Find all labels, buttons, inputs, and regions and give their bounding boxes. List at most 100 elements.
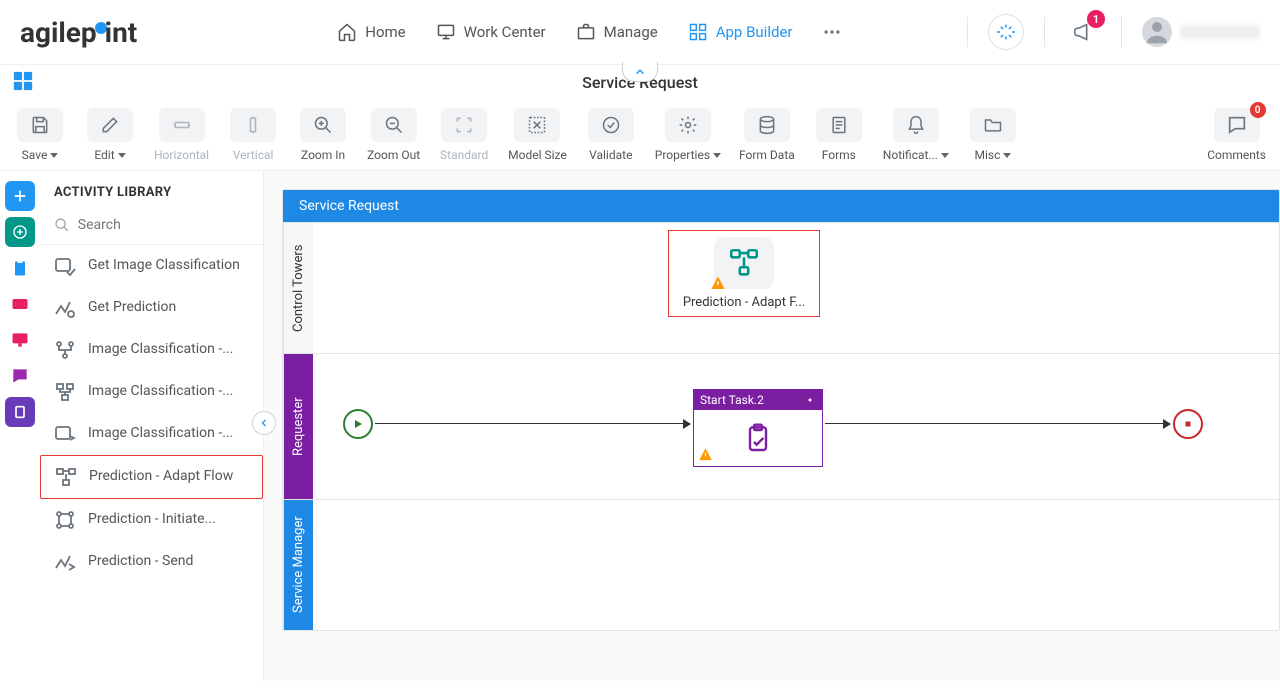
activity-label: Prediction - Adapt F... (683, 295, 805, 310)
gear-icon[interactable] (804, 394, 816, 406)
grid-apps-icon (688, 22, 708, 42)
text-icon (12, 404, 28, 420)
chat-icon (10, 366, 30, 386)
zoom-out-icon (384, 115, 404, 135)
model-size-button[interactable]: Model Size (508, 108, 567, 162)
rail-chat-button[interactable] (5, 361, 35, 391)
branch-icon (53, 508, 77, 532)
brain-icon (11, 223, 29, 241)
zoom-in-button[interactable]: Zoom In (297, 108, 349, 162)
lib-item-prediction-adapt-flow[interactable]: Prediction - Adapt Flow (40, 455, 263, 499)
rail-clipboard-button[interactable] (5, 253, 35, 283)
collapse-header-button[interactable] (622, 62, 658, 82)
flow-activity-icon (727, 246, 761, 280)
database-icon (757, 115, 777, 135)
flow-start-node[interactable] (343, 409, 373, 439)
dots-icon (822, 22, 842, 42)
rail-text-button[interactable] (5, 397, 35, 427)
form-data-button[interactable]: Form Data (739, 108, 795, 162)
save-icon (30, 115, 50, 135)
main-nav: Home Work Center Manage App Builder (337, 22, 842, 42)
nav-work-center[interactable]: Work Center (436, 22, 546, 42)
folder-icon (983, 115, 1003, 135)
task-start-task-2[interactable]: Start Task.2 (693, 389, 823, 467)
lib-item-image-classification-2[interactable]: Image Classification -... (40, 371, 263, 413)
warning-icon (698, 447, 713, 462)
rail-card-button[interactable] (5, 289, 35, 319)
lib-item-get-image-classification[interactable]: Get Image Classification (40, 245, 263, 287)
assist-button[interactable] (988, 14, 1024, 50)
lane-label-requester[interactable]: Requester (283, 354, 313, 499)
lib-item-prediction-initiate[interactable]: Prediction - Initiate... (40, 499, 263, 541)
misc-button[interactable]: Misc (967, 108, 1019, 162)
form-icon (829, 115, 849, 135)
apps-grid-button[interactable] (12, 70, 34, 96)
flow-arrow-2 (1163, 419, 1171, 429)
settings-icon (678, 115, 698, 135)
screen-icon (10, 330, 30, 350)
activity-prediction-adapt-flow[interactable]: Prediction - Adapt F... (668, 230, 820, 317)
image-check-icon (53, 254, 77, 278)
rail-add-button[interactable] (5, 181, 35, 211)
user-avatar[interactable] (1142, 17, 1172, 47)
save-button[interactable]: Save (14, 108, 66, 162)
collapse-library-button[interactable] (252, 411, 276, 435)
horizontal-button[interactable]: Horizontal (154, 108, 209, 162)
horizontal-icon (172, 115, 192, 135)
rail-ai-button[interactable] (5, 217, 35, 247)
briefcase-icon (576, 22, 596, 42)
lane-label-service-manager[interactable]: Service Manager (283, 500, 313, 630)
nav-home-label: Home (365, 23, 405, 41)
task-title: Start Task.2 (700, 393, 764, 407)
flow-arrow-1 (683, 419, 691, 429)
header-right: 1 (967, 14, 1260, 50)
nav-home[interactable]: Home (337, 22, 405, 42)
comments-button[interactable]: 0 Comments (1207, 108, 1266, 162)
comment-icon (1226, 114, 1248, 136)
process-canvas[interactable]: Service Request Control Towers Predictio… (264, 171, 1280, 681)
flow-icon (54, 465, 78, 489)
zoom-in-icon (313, 115, 333, 135)
chevron-left-icon (258, 417, 270, 429)
validate-button[interactable]: Validate (585, 108, 637, 162)
lane-label-control-towers[interactable]: Control Towers (283, 223, 313, 353)
edit-button[interactable]: Edit (84, 108, 136, 162)
monitor-icon (436, 22, 456, 42)
properties-button[interactable]: Properties (655, 108, 721, 162)
comments-count-badge: 0 (1250, 102, 1266, 118)
announcements-button[interactable]: 1 (1065, 14, 1101, 50)
standard-button[interactable]: Standard (438, 108, 490, 162)
vertical-button[interactable]: Vertical (227, 108, 279, 162)
lane-service-manager: Service Manager (283, 499, 1279, 630)
chart-search-icon (53, 296, 77, 320)
nav-manage-label: Manage (604, 23, 658, 41)
sparkle-icon (997, 23, 1015, 41)
process-name-header: Service Request (283, 190, 1279, 222)
nodes-icon (53, 338, 77, 362)
chevron-down-icon (1003, 153, 1011, 158)
bell-icon (906, 115, 926, 135)
search-input[interactable] (78, 217, 249, 233)
lib-item-image-classification-3[interactable]: Image Classification -... (40, 413, 263, 455)
search-icon (54, 216, 70, 234)
forms-button[interactable]: Forms (813, 108, 865, 162)
chevron-down-icon (941, 153, 949, 158)
notifications-button[interactable]: Notificat... (883, 108, 949, 162)
side-rail (0, 171, 40, 681)
activity-library-panel: ACTIVITY LIBRARY Get Image Classificatio… (40, 171, 264, 681)
notification-badge: 1 (1087, 10, 1105, 28)
zoom-out-button[interactable]: Zoom Out (367, 108, 420, 162)
rail-present-button[interactable] (5, 325, 35, 355)
flow-connector-1 (375, 423, 685, 424)
fit-icon (454, 115, 474, 135)
lib-item-prediction-send[interactable]: Prediction - Send (40, 541, 263, 583)
user-name (1180, 25, 1260, 39)
nav-more[interactable] (822, 22, 842, 42)
library-list: Get Image Classification Get Prediction … (40, 245, 263, 583)
nav-manage[interactable]: Manage (576, 22, 658, 42)
nav-app-builder[interactable]: App Builder (688, 22, 793, 42)
lib-item-get-prediction[interactable]: Get Prediction (40, 287, 263, 329)
library-search[interactable] (40, 210, 263, 245)
flow-end-node[interactable] (1173, 409, 1203, 439)
lib-item-image-classification-1[interactable]: Image Classification -... (40, 329, 263, 371)
